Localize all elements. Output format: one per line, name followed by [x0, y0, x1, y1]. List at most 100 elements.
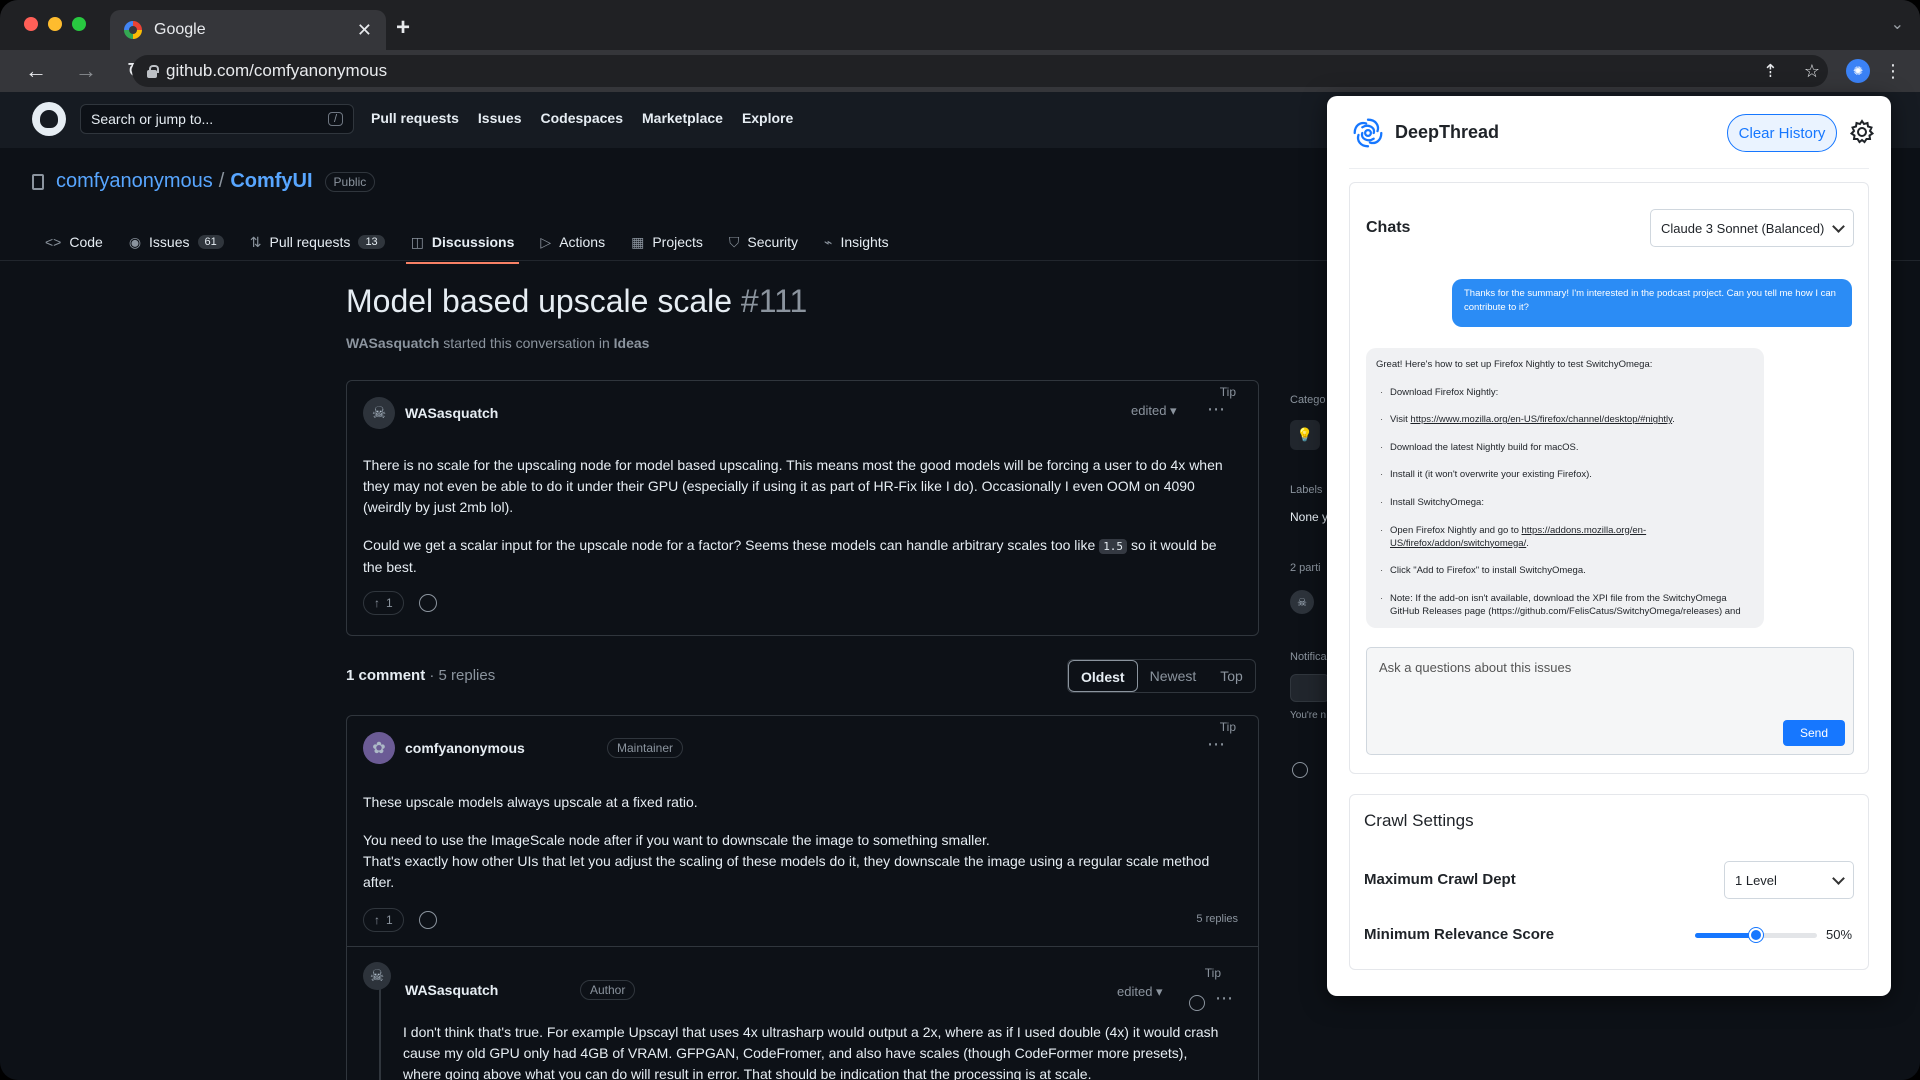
star-icon[interactable]: ☆ — [1804, 61, 1820, 82]
avatar[interactable]: ☠ — [363, 397, 395, 429]
repo-header: comfyanonymous / ComfyUI Public — [32, 170, 376, 193]
discussion-post: Tip ☠ WASasquatch edited ▾ ⋯ There is no… — [346, 380, 1259, 636]
play-icon: ▷ — [540, 233, 552, 250]
tab-insights[interactable]: ⌁ Insights — [811, 222, 902, 262]
more-options-icon[interactable]: ⋯ — [1207, 399, 1225, 420]
more-menu-icon[interactable]: ⋮ — [1884, 61, 1902, 82]
subscribe-button[interactable] — [1290, 674, 1330, 702]
forward-icon[interactable]: → — [72, 58, 100, 84]
topnav-explore[interactable]: Explore — [742, 110, 793, 126]
maximize-window-button[interactable] — [72, 17, 86, 31]
sort-oldest[interactable]: Oldest — [1068, 660, 1138, 692]
new-tab-icon[interactable]: + — [396, 14, 410, 42]
participant-avatar[interactable]: ☠ — [1290, 590, 1314, 614]
more-options-icon[interactable]: ⋯ — [1215, 988, 1233, 1009]
question-input[interactable]: Ask a questions about this issues Send — [1366, 647, 1854, 755]
close-tab-icon[interactable]: ✕ — [357, 20, 372, 41]
github-search-input[interactable]: Search or jump to... / — [80, 104, 354, 134]
slider-thumb[interactable] — [1749, 928, 1763, 942]
back-icon[interactable]: ← — [22, 58, 50, 84]
more-options-icon[interactable]: ⋯ — [1207, 734, 1225, 755]
replies-count[interactable]: 5 replies — [1196, 913, 1238, 925]
send-button[interactable]: Send — [1783, 720, 1845, 746]
deepthread-logo-icon — [1353, 118, 1383, 148]
topnav-pull-requests[interactable]: Pull requests — [371, 110, 459, 126]
upvote-button[interactable]: ↑ 1 — [363, 908, 404, 932]
search-shortcut-key: / — [327, 112, 343, 126]
deepthread-extension-icon[interactable]: ✺ — [1846, 59, 1870, 83]
sidebar-category-label: Catego — [1290, 394, 1326, 406]
crawl-depth-select[interactable]: 1 Level — [1724, 861, 1854, 899]
browser-tab[interactable]: Google ✕ — [110, 10, 386, 50]
sort-newest[interactable]: Newest — [1138, 660, 1209, 692]
topnav-marketplace[interactable]: Marketplace — [642, 110, 723, 126]
assistant-intro: Great! Here's how to set up Firefox Nigh… — [1376, 359, 1653, 370]
repo-owner-link[interactable]: comfyanonymous — [56, 170, 213, 193]
url-text: github.com/comfyanonymous — [166, 61, 388, 80]
nightly-link[interactable]: https://www.mozilla.org/en-US/firefox/ch… — [1410, 414, 1672, 425]
list-item: Download the latest Nightly build for ma… — [1376, 441, 1754, 454]
reply-author[interactable]: WASasquatch — [405, 982, 498, 998]
relevance-label: Minimum Relevance Score — [1364, 926, 1555, 943]
browser-tabbar: Google ✕ + ⌄ — [0, 0, 1920, 50]
repo-name-link[interactable]: ComfyUI — [230, 170, 312, 193]
tab-code[interactable]: <> Code — [32, 222, 116, 262]
upvote-count: 1 — [386, 913, 393, 927]
gear-icon[interactable] — [1848, 118, 1876, 146]
github-logo-icon[interactable] — [32, 102, 66, 136]
tab-pull-requests[interactable]: ⇅ Pull requests 13 — [237, 222, 398, 262]
upvote-button[interactable]: ↑ 1 — [363, 591, 404, 615]
address-bar[interactable]: github.com/comfyanonymous — [132, 55, 1828, 87]
clear-history-button[interactable]: Clear History — [1727, 114, 1837, 152]
chevron-down-icon[interactable]: ⌄ — [1891, 14, 1904, 34]
sort-top[interactable]: Top — [1208, 660, 1255, 692]
comment-author[interactable]: comfyanonymous — [405, 740, 525, 756]
tip-label: Tip — [1219, 385, 1236, 399]
add-reaction-icon[interactable] — [419, 911, 437, 929]
discussion-subtitle: WASasquatch started this conversation in… — [346, 335, 649, 351]
pull-requests-counter: 13 — [358, 235, 385, 249]
google-icon — [124, 21, 142, 39]
tab-issues[interactable]: ◉ Issues 61 — [116, 222, 237, 262]
post-paragraph: Could we get a scalar input for the upsc… — [363, 535, 1233, 578]
tab-actions[interactable]: ▷ Actions — [527, 222, 618, 262]
tab-projects[interactable]: ▦ Projects — [618, 222, 716, 262]
issue-icon: ◉ — [128, 233, 142, 250]
shield-icon: ⛉ — [728, 233, 740, 250]
tab-discussions[interactable]: ◫ Discussions — [398, 222, 528, 264]
edited-dropdown[interactable]: edited ▾ — [1117, 984, 1163, 1000]
minimize-window-button[interactable] — [48, 17, 62, 31]
avatar[interactable]: ☠ — [363, 962, 391, 990]
relevance-slider[interactable] — [1695, 928, 1817, 942]
comment-body: These upscale models always upscale at a… — [363, 792, 1233, 893]
lock-icon — [146, 65, 159, 78]
edited-dropdown[interactable]: edited ▾ — [1131, 403, 1177, 419]
model-select[interactable]: Claude 3 Sonnet (Balanced) — [1650, 209, 1854, 247]
deepthread-title: DeepThread — [1395, 122, 1500, 142]
deepthread-panel: DeepThread Clear History Chats Claude 3 … — [1327, 96, 1891, 996]
topnav-codespaces[interactable]: Codespaces — [541, 110, 623, 126]
close-window-button[interactable] — [24, 17, 38, 31]
sidebar-labels-value: None y — [1290, 510, 1329, 524]
repo-separator: / — [218, 170, 225, 192]
starter-link[interactable]: WASasquatch — [346, 335, 439, 351]
post-author[interactable]: WASasquatch — [405, 405, 498, 421]
chevron-down-icon — [1832, 219, 1845, 233]
assistant-message[interactable]: Great! Here's how to set up Firefox Nigh… — [1366, 348, 1764, 628]
toolbar-right: ⇡ ☆ ✺ ⋮ — [1763, 50, 1920, 92]
list-item: Install SwitchyOmega: — [1376, 496, 1754, 509]
tab-security[interactable]: ⛉ Security — [716, 222, 811, 262]
add-reaction-icon[interactable] — [1189, 995, 1205, 1011]
list-item: Open Firefox Nightly and go to https://a… — [1376, 524, 1754, 550]
avatar[interactable]: ✿ — [363, 732, 395, 764]
share-icon[interactable]: ⇡ — [1763, 61, 1778, 82]
tab-label: Insights — [840, 234, 889, 250]
topnav-issues[interactable]: Issues — [478, 110, 522, 126]
lightbulb-icon[interactable]: 💡 — [1290, 420, 1320, 450]
list-item: Install it (it won't overwrite your exis… — [1376, 468, 1754, 481]
add-reaction-icon[interactable] — [419, 594, 437, 612]
circle-icon[interactable] — [1292, 762, 1308, 778]
list-item: Note: If the add-on isn't available, dow… — [1376, 592, 1754, 618]
category-link[interactable]: Ideas — [614, 335, 650, 351]
chats-card: Chats Claude 3 Sonnet (Balanced) Thanks … — [1349, 182, 1869, 774]
